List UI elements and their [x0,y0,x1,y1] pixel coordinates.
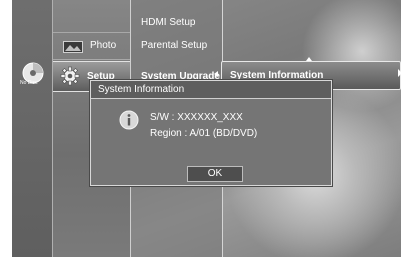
menu-screen: No Disc Photo Setup HDMI Setup Parental … [12,0,401,257]
info-icon [119,110,139,130]
status-column: No Disc [12,0,53,257]
chevron-left-icon [214,71,218,77]
dialog-title-bar: System Information [91,81,331,99]
submenu-item-parental-setup[interactable]: Parental Setup [141,40,207,51]
software-version: S/W : XXXXXX_XXX [150,112,243,123]
chevron-right-icon [398,69,401,77]
menu-item-label: Photo [90,40,117,51]
ok-button[interactable]: OK [187,166,243,182]
submenu-item-hdmi-setup[interactable]: HDMI Setup [141,17,195,28]
gear-icon [60,66,80,86]
disc-status-label: No Disc [20,80,38,86]
system-information-dialog: System Information S/W : XXXXXX_XXX Regi… [90,80,332,186]
dialog-title: System Information [98,84,185,95]
menu-item-photo[interactable]: Photo [53,32,130,60]
region-code: Region : A/01 (BD/DVD) [150,128,258,139]
photo-icon [63,41,83,53]
